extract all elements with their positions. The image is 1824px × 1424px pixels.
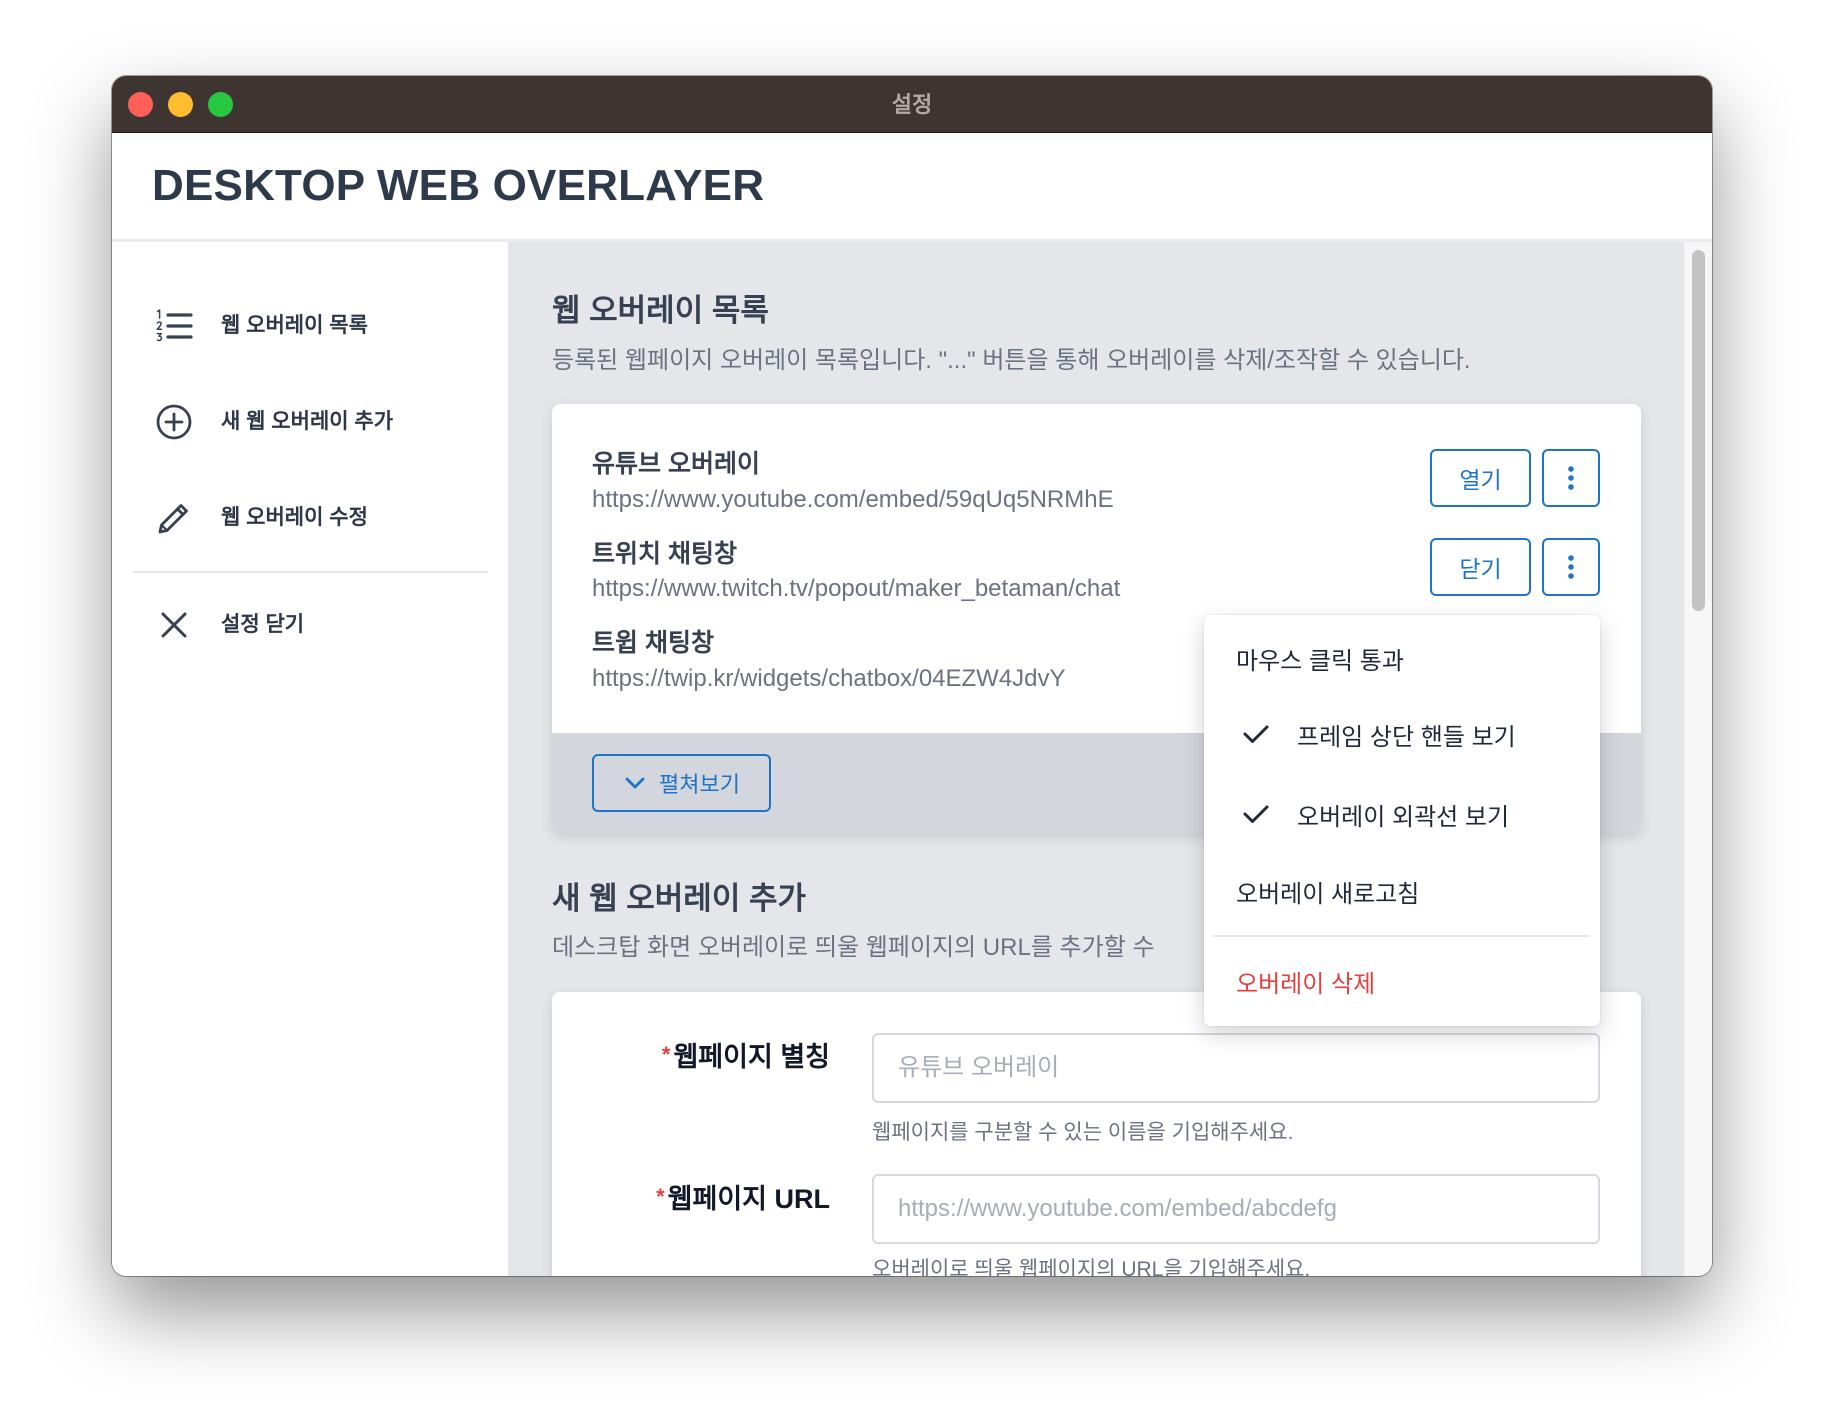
menu-item-label: 오버레이 외곽선 보기: [1297, 803, 1510, 831]
kebab-menu-icon: [1568, 466, 1574, 490]
menu-item-delete[interactable]: 오버레이 삭제: [1204, 943, 1600, 1019]
overlay-url: https://www.youtube.com/embed/59qUq5NRMh…: [592, 486, 1114, 513]
sidebar-divider: [133, 571, 488, 573]
sidebar-item-label: 웹 오버레이 수정: [221, 506, 368, 529]
url-field-label-text: 웹페이지 URL: [667, 1184, 830, 1214]
plus-circle-icon: [154, 402, 194, 442]
required-mark: *: [656, 1184, 665, 1209]
app-header: DESKTOP WEB OVERLAYER: [112, 133, 1712, 242]
expand-list-label: 펼쳐보기: [659, 772, 740, 797]
check-icon: [1236, 794, 1276, 834]
expand-list-button[interactable]: 펼쳐보기: [592, 754, 771, 812]
app-title: DESKTOP WEB OVERLAYER: [152, 161, 765, 210]
kebab-menu-icon: [1568, 555, 1574, 579]
name-field-label: * 웹페이지 별칭: [552, 1037, 830, 1073]
url-input[interactable]: [872, 1174, 1600, 1244]
menu-item-refresh[interactable]: 오버레이 새로고침: [1204, 853, 1600, 929]
overlay-name: 트위치 채팅창: [592, 540, 737, 568]
url-field-label: * 웹페이지 URL: [552, 1179, 830, 1215]
vertical-scrollbar[interactable]: [1683, 242, 1712, 1276]
check-icon: [1236, 714, 1276, 754]
add-overlay-title: 새 웹 오버레이 추가: [552, 881, 806, 916]
overlay-list-title: 웹 오버레이 목록: [552, 293, 769, 328]
menu-item-label: 마우스 클릭 통과: [1236, 647, 1404, 675]
name-field-help: 웹페이지를 구분할 수 있는 이름을 기입해주세요.: [872, 1121, 1294, 1144]
chevron-down-icon: [625, 777, 645, 789]
name-input[interactable]: [872, 1033, 1600, 1103]
window-title: 설정: [891, 92, 933, 117]
overlay-url: https://twip.kr/widgets/chatbox/04EZW4Jd…: [592, 665, 1066, 692]
add-overlay-form-card: *웹페이지 별칭 웹페이지를 구분할 수 있는 이름을 기입해주세요. *웹페이…: [552, 992, 1641, 1276]
menu-item-frame-handle[interactable]: 프레임 상단 핸들 보기: [1204, 696, 1600, 772]
close-icon: [154, 605, 194, 645]
menu-item-click-through[interactable]: 마우스 클릭 통과: [1204, 620, 1600, 696]
open-overlay-button[interactable]: 열기: [1430, 449, 1531, 507]
pencil-icon: [154, 498, 194, 538]
url-field-help: 오버레이로 띄울 웹페이지의 URL을 기입해주세요.: [872, 1258, 1311, 1276]
sidebar-item-edit-overlay[interactable]: 웹 오버레이 수정: [112, 482, 508, 554]
overlay-context-menu: 마우스 클릭 통과 프레임 상단 핸들 보기 오버레이 외곽선 보기 오버레이 …: [1204, 615, 1600, 1026]
sidebar-item-label: 새 웹 오버레이 추가: [221, 410, 394, 433]
sidebar-item-label: 웹 오버레이 목록: [221, 314, 368, 337]
menu-item-overlay-border[interactable]: 오버레이 외곽선 보기: [1204, 776, 1600, 852]
overlay-name: 유튜브 오버레이: [592, 450, 760, 478]
numbered-list-icon: [154, 306, 194, 346]
overlay-more-button[interactable]: [1542, 449, 1600, 507]
add-overlay-description: 데스크탑 화면 오버레이로 띄울 웹페이지의 URL를 추가할 수: [552, 934, 1155, 961]
menu-divider: [1213, 935, 1590, 937]
sidebar-item-add-overlay[interactable]: 새 웹 오버레이 추가: [112, 386, 508, 458]
name-field-label-text: 웹페이지 별칭: [673, 1042, 830, 1072]
title-bar[interactable]: 설정: [112, 76, 1712, 133]
sidebar: 웹 오버레이 목록 새 웹 오버레이 추가 웹 오버레이 수정 설정 닫기: [112, 242, 508, 1276]
overlay-more-button[interactable]: [1542, 538, 1600, 596]
required-mark: *: [661, 1042, 671, 1067]
menu-item-label: 오버레이 새로고침: [1236, 880, 1420, 908]
overlay-name: 트윕 채팅창: [592, 629, 714, 657]
sidebar-item-overlay-list[interactable]: 웹 오버레이 목록: [112, 290, 508, 362]
overlay-list-description: 등록된 웹페이지 오버레이 목록입니다. "..." 버튼을 통해 오버레이를 …: [552, 347, 1471, 374]
menu-item-label: 프레임 상단 핸들 보기: [1297, 723, 1516, 751]
sidebar-item-label: 설정 닫기: [221, 613, 305, 636]
close-overlay-button[interactable]: 닫기: [1430, 538, 1531, 596]
overlay-url: https://www.twitch.tv/popout/maker_betam…: [592, 575, 1121, 602]
sidebar-item-close-settings[interactable]: 설정 닫기: [112, 589, 508, 661]
main-content: 웹 오버레이 목록 등록된 웹페이지 오버레이 목록입니다. "..." 버튼을…: [508, 242, 1683, 1276]
scrollbar-thumb[interactable]: [1692, 250, 1705, 611]
settings-window: 설정 DESKTOP WEB OVERLAYER 웹 오버레이 목록 새 웹 오…: [112, 76, 1712, 1276]
